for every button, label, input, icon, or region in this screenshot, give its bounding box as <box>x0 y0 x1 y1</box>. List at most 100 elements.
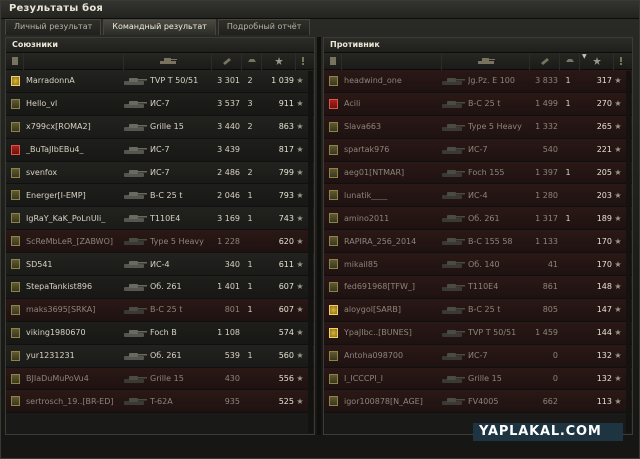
table-row[interactable]: aloygol[SARB] B-C 25 t 805 147 ★ <box>324 298 632 322</box>
player-name[interactable]: MarradonnA <box>24 76 122 85</box>
table-row[interactable]: Energer[I-EMP] B-C 25 t 2 046 1 793 ★ <box>6 184 314 208</box>
tank-name: Type 5 Heavy <box>468 122 522 132</box>
table-row[interactable]: yur1231231 Об. 261 539 1 560 ★ <box>6 344 314 368</box>
table-row[interactable]: igor100878[N_AGE] FV4005 662 113 ★ <box>324 390 632 414</box>
player-name[interactable]: BJIaDuMuPoVu4 <box>24 374 122 383</box>
table-row[interactable]: mikail85 Об. 140 41 170 ★ <box>324 253 632 277</box>
player-name[interactable]: Antoha098700 <box>342 351 440 360</box>
player-name[interactable]: fed691968[TFW_] <box>342 282 440 291</box>
xp-value: 147 <box>596 305 612 315</box>
player-name[interactable]: mikail85 <box>342 260 440 269</box>
table-row[interactable]: StepaTankist896 Об. 261 1 401 1 607 ★ <box>6 276 314 299</box>
player-name[interactable]: maks3695[SRKA] <box>24 305 122 314</box>
table-row[interactable]: x799cx[ROMA2] Grille 15 3 440 2 863 ★ <box>6 115 314 139</box>
player-column-header[interactable] <box>24 52 124 70</box>
table-row[interactable]: lunatik____ ИС-4 1 280 203 ★ <box>324 184 632 208</box>
rank-badge-icon <box>10 121 20 132</box>
player-name[interactable]: viking1980670 <box>24 328 122 337</box>
tank-icon[interactable] <box>124 52 212 70</box>
table-row[interactable]: maks3695[SRKA] B-C 25 t 801 1 607 ★ <box>6 298 314 322</box>
player-name[interactable]: headwind_one <box>342 76 440 85</box>
player-name[interactable]: igor100878[N_AGE] <box>342 397 440 406</box>
damage-value: 662 <box>542 396 558 406</box>
player-name[interactable]: amino2011 <box>342 214 440 223</box>
table-row[interactable]: viking1980670 Foch B 1 108 574 ★ <box>6 321 314 345</box>
xp-icon[interactable]: ▼ <box>580 52 614 70</box>
table-row[interactable]: MarradonnA TVP T 50/51 3 301 2 1 039 ★ <box>6 70 314 93</box>
player-name[interactable]: _BuTaJIbEBu4_ <box>24 145 122 154</box>
player-name[interactable]: aeg01[NTMAR] <box>342 168 440 177</box>
star-icon: ★ <box>296 282 304 292</box>
xp-value: 205 <box>596 168 612 177</box>
player-name[interactable]: IgRaY_KaK_PoLnUIi_ <box>24 214 122 223</box>
table-row[interactable]: sertrosch_19..[BR-ED] T-62A 935 525 ★ <box>6 390 314 414</box>
tab-detailed-report[interactable]: Подробный отчёт <box>217 19 311 35</box>
tab-personal-result[interactable]: Личный результат <box>5 19 102 35</box>
table-row[interactable]: Antoha098700 ИС-7 0 132 ★ <box>324 344 632 368</box>
table-row[interactable]: _BuTaJIbEBu4_ ИС-7 3 439 817 ★ <box>6 138 314 162</box>
enemies-scrollbar[interactable] <box>626 71 631 433</box>
rank-badge-icon <box>10 396 20 407</box>
player-name[interactable]: Acili <box>342 99 440 108</box>
player-name[interactable]: svenfox <box>24 168 122 177</box>
table-row[interactable]: IgRaY_KaK_PoLnUIi_ T110E4 3 169 1 743 ★ <box>6 207 314 231</box>
rank-badge-icon <box>328 281 338 292</box>
table-row[interactable]: RAPIRA_256_2014 B-C 155 58 1 133 170 ★ <box>324 230 632 254</box>
xp-icon[interactable] <box>262 52 296 70</box>
rank-badge-icon <box>328 236 338 247</box>
player-name[interactable]: I_ICCCPI_I <box>342 374 440 383</box>
tank-name: ИС-4 <box>150 259 170 269</box>
frags-value: 1 <box>247 305 253 315</box>
player-name[interactable]: sertrosch_19..[BR-ED] <box>24 397 122 406</box>
player-name[interactable]: spartak976 <box>342 145 440 154</box>
table-row[interactable]: Slava663 Type 5 Heavy 1 332 265 ★ <box>324 115 632 139</box>
tank-name: Grille 15 <box>150 374 184 384</box>
tank-icon[interactable] <box>442 52 530 70</box>
player-name[interactable]: yur1231231 <box>24 351 122 360</box>
tank-icon <box>440 280 466 294</box>
table-row[interactable]: headwind_one Jg.Pz. E 100 3 833 1 317 ★ <box>324 70 632 93</box>
allies-scrollbar[interactable] <box>308 71 313 433</box>
tank-icon <box>440 97 466 111</box>
player-column-header[interactable] <box>342 52 442 70</box>
tank-name: B-C 25 t <box>150 190 183 200</box>
table-row[interactable]: Acili B-C 25 t 1 499 1 270 ★ <box>324 92 632 116</box>
table-row[interactable]: amino2011 Об. 261 1 317 1 189 ★ <box>324 207 632 231</box>
table-row[interactable]: BJIaDuMuPoVu4 Grille 15 430 556 ★ <box>6 367 314 391</box>
xp-value: 113 <box>596 396 612 406</box>
player-name[interactable]: lunatik____ <box>342 191 440 200</box>
rank-icon[interactable] <box>6 52 24 70</box>
damage-value: 430 <box>224 374 240 384</box>
table-row[interactable]: SD541 ИС-4 340 1 611 ★ <box>6 253 314 277</box>
table-row[interactable]: svenfox ИС-7 2 486 2 799 ★ <box>6 161 314 185</box>
rank-icon[interactable] <box>324 52 342 70</box>
player-name[interactable]: YpaJIbc..[BUNES] <box>342 328 440 337</box>
platoon-icon[interactable] <box>614 53 628 70</box>
tank-icon <box>122 280 148 294</box>
player-name[interactable]: Slava663 <box>342 122 440 131</box>
table-row[interactable]: aeg01[NTMAR] Foch 155 1 397 1 205 ★ <box>324 161 632 185</box>
tab-team-result[interactable]: Командный результат <box>103 19 216 35</box>
player-name[interactable]: x799cx[ROMA2] <box>24 122 122 131</box>
damage-icon[interactable] <box>212 52 242 70</box>
damage-icon[interactable] <box>530 52 560 70</box>
table-row[interactable]: ScReMbLeR_[ZABWO] Type 5 Heavy 1 228 620 ★ <box>6 230 314 254</box>
table-row[interactable]: Hello_vl ИС-7 3 537 3 911 ★ <box>6 92 314 116</box>
frags-icon[interactable] <box>560 52 580 70</box>
rank-badge-icon <box>328 144 338 155</box>
xp-value: 144 <box>596 328 612 338</box>
player-name[interactable]: Hello_vl <box>24 99 122 108</box>
star-icon: ★ <box>296 374 304 384</box>
player-name[interactable]: aloygol[SARB] <box>342 305 440 314</box>
player-name[interactable]: RAPIRA_256_2014 <box>342 237 440 246</box>
player-name[interactable]: ScReMbLeR_[ZABWO] <box>24 237 122 246</box>
table-row[interactable]: spartak976 ИС-7 540 221 ★ <box>324 138 632 162</box>
table-row[interactable]: YpaJIbc..[BUNES] TVP T 50/51 1 459 144 ★ <box>324 321 632 345</box>
table-row[interactable]: fed691968[TFW_] T110E4 861 148 ★ <box>324 276 632 299</box>
table-row[interactable]: I_ICCCPI_I Grille 15 0 132 ★ <box>324 367 632 391</box>
player-name[interactable]: SD541 <box>24 260 122 269</box>
player-name[interactable]: Energer[I-EMP] <box>24 191 122 200</box>
player-name[interactable]: StepaTankist896 <box>24 282 122 291</box>
frags-icon[interactable] <box>242 52 262 70</box>
platoon-icon[interactable] <box>296 53 310 70</box>
